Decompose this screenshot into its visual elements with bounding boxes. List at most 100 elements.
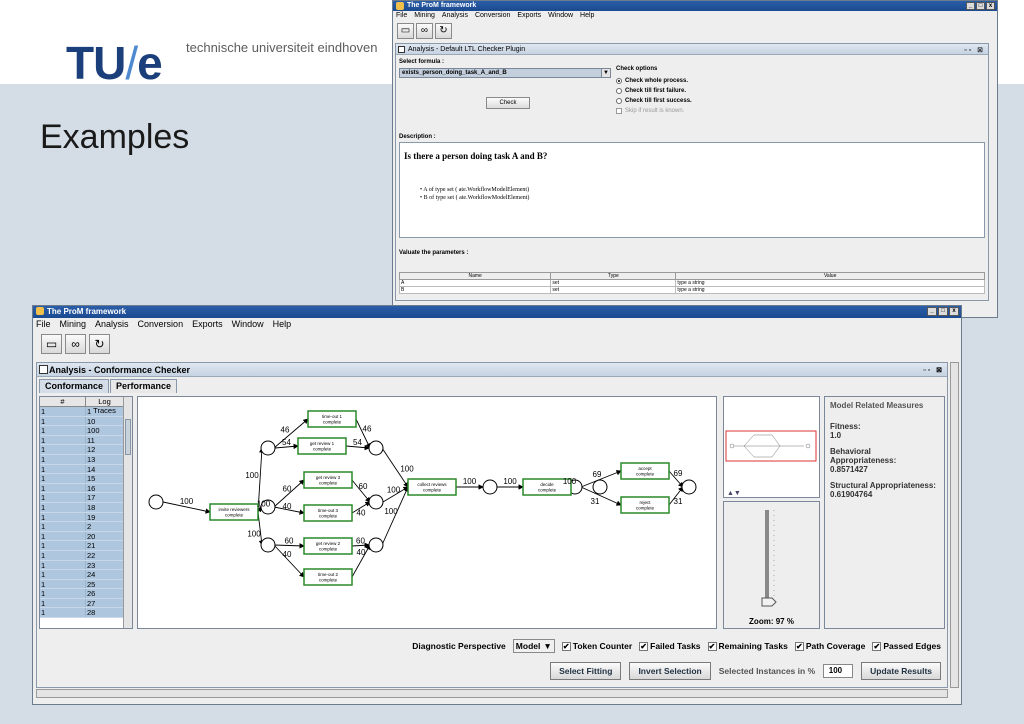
menu-help[interactable]: Help xyxy=(580,11,594,21)
table-row[interactable]: 1 17 xyxy=(40,493,132,503)
refresh-icon[interactable]: ↻ xyxy=(89,334,110,354)
maximize-button[interactable]: □ xyxy=(938,307,948,316)
table-row[interactable]: 1 25 xyxy=(40,579,132,590)
model-overview[interactable]: ▲▼ xyxy=(723,396,820,498)
option-first-success[interactable]: Check till first success. xyxy=(616,96,692,106)
menu-mining[interactable]: Mining xyxy=(60,318,87,331)
minimize-button[interactable]: _ xyxy=(927,307,937,316)
tab-bar: Conformance Performance xyxy=(39,379,178,393)
option-whole-process[interactable]: Check whole process. xyxy=(616,76,692,86)
trace-count: 1 xyxy=(40,608,86,618)
task-label: accept xyxy=(638,466,652,471)
horizontal-scrollbar[interactable] xyxy=(36,689,948,698)
scroll-thumb[interactable] xyxy=(125,419,131,455)
trace-count: 1 xyxy=(40,531,86,541)
trace-id: 20 xyxy=(86,531,124,541)
table-row[interactable]: 1 10 xyxy=(40,416,132,427)
menu-window[interactable]: Window xyxy=(548,11,573,21)
task-sublabel: complete xyxy=(319,481,338,486)
maximize-button[interactable]: □ xyxy=(976,2,985,10)
perspective-select[interactable]: Model ▼ xyxy=(512,639,555,653)
selected-instances-spinner[interactable]: 100 xyxy=(823,664,854,678)
table-row[interactable]: 1 15 xyxy=(40,474,132,484)
task-sublabel: complete xyxy=(225,513,244,518)
folder-icon[interactable]: ▭ xyxy=(397,23,414,39)
table-row[interactable]: 1 22 xyxy=(40,550,132,561)
menu-window[interactable]: Window xyxy=(232,318,264,331)
select-fitting-button[interactable]: Select Fitting xyxy=(550,662,622,680)
token-counter-checkbox[interactable]: ✔ Token Counter xyxy=(561,641,632,652)
folder-icon[interactable]: ▭ xyxy=(41,334,62,354)
tab-conformance[interactable]: Conformance xyxy=(39,379,110,393)
radio[interactable] xyxy=(616,98,622,104)
table-row[interactable]: 1 16 xyxy=(40,483,132,494)
valuate-label: Valuate the parameters : xyxy=(399,250,469,256)
table-row[interactable]: 1 19 xyxy=(40,512,132,523)
remaining-tasks-checkbox[interactable]: ✔ Remaining Tasks xyxy=(707,641,788,652)
table-row[interactable]: 1 12 xyxy=(40,445,132,455)
table-row[interactable]: Bset type a string xyxy=(398,286,985,294)
binoculars-icon[interactable]: ∞ xyxy=(416,23,433,39)
path-coverage-checkbox[interactable]: ✔ Path Coverage xyxy=(794,641,865,652)
task-label: time-out 2 xyxy=(318,572,339,577)
table-row[interactable]: 1 21 xyxy=(40,541,132,551)
table-row[interactable]: 1 18 xyxy=(40,502,132,513)
table-row[interactable]: 1 24 xyxy=(40,570,132,580)
table-row[interactable]: 1 100 xyxy=(40,426,132,436)
radio[interactable] xyxy=(616,88,622,94)
menu-analysis[interactable]: Analysis xyxy=(442,11,468,21)
col-log-traces[interactable]: Log Traces xyxy=(86,397,124,415)
table-row[interactable]: 1 11 xyxy=(40,435,132,446)
binoculars-icon[interactable]: ∞ xyxy=(65,334,86,354)
check-button[interactable]: Check xyxy=(486,97,530,109)
table-row[interactable]: 1 14 xyxy=(40,464,132,475)
menu-conversion[interactable]: Conversion xyxy=(475,11,510,21)
minimize-button[interactable]: _ xyxy=(966,2,975,10)
menu-conversion[interactable]: Conversion xyxy=(138,318,184,331)
menu-file[interactable]: File xyxy=(36,318,51,331)
trace-count: 1 xyxy=(40,407,86,416)
arc-label: 100 xyxy=(245,471,259,480)
menu-help[interactable]: Help xyxy=(273,318,292,331)
table-row[interactable]: 1 23 xyxy=(40,560,132,571)
vertical-scrollbar[interactable] xyxy=(950,362,959,688)
table-row[interactable]: 1 27 xyxy=(40,598,132,609)
menu-exports[interactable]: Exports xyxy=(517,11,541,21)
process-model-view[interactable]: invite reviewers complete time-out 1 comple… xyxy=(137,396,717,629)
trace-scrollbar[interactable] xyxy=(123,397,132,628)
refresh-icon[interactable]: ↻ xyxy=(435,23,452,39)
table-row[interactable]: 11 xyxy=(40,407,132,417)
col-count[interactable]: # xyxy=(40,397,86,406)
update-results-button[interactable]: Update Results xyxy=(861,662,941,680)
tab-performance[interactable]: Performance xyxy=(110,379,178,393)
table-row[interactable]: 1 28 xyxy=(40,608,132,619)
table-row[interactable]: Aset type a string xyxy=(398,279,985,287)
arc-label: 100 xyxy=(387,486,401,495)
table-row[interactable]: 12 xyxy=(40,522,132,532)
frame-buttons[interactable]: ▫▫ ⊠ xyxy=(964,45,985,56)
arc-label: 40 xyxy=(283,502,292,511)
overview-thumbnail: ▲▼ xyxy=(725,430,817,497)
zoom-slider[interactable] xyxy=(724,502,819,612)
close-button[interactable]: x xyxy=(949,307,959,316)
option-first-failure[interactable]: Check till first failure. xyxy=(616,86,692,96)
menu-exports[interactable]: Exports xyxy=(192,318,223,331)
passed-edges-checkbox[interactable]: ✔ Passed Edges xyxy=(872,641,941,652)
menu-file[interactable]: File xyxy=(396,11,407,21)
table-row[interactable]: 1 13 xyxy=(40,454,132,465)
failed-tasks-checkbox[interactable]: ✔ Failed Tasks xyxy=(639,641,701,652)
radio-selected[interactable] xyxy=(616,78,622,84)
menu-analysis[interactable]: Analysis xyxy=(95,318,129,331)
table-row[interactable]: 1 26 xyxy=(40,589,132,599)
task-sublabel: complete xyxy=(323,420,342,425)
frame-buttons[interactable]: ▫▫ ⊠ xyxy=(923,364,944,378)
invert-selection-button[interactable]: Invert Selection xyxy=(629,662,711,680)
trace-id: 100 xyxy=(86,426,124,435)
menu-bar: File Mining Analysis Conversion Exports … xyxy=(393,11,997,21)
place-pc xyxy=(482,479,498,495)
menu-mining[interactable]: Mining xyxy=(414,11,435,21)
place-pa xyxy=(592,479,608,495)
table-row[interactable]: 1 20 xyxy=(40,531,132,542)
close-button[interactable]: x xyxy=(986,2,995,10)
formula-dropdown[interactable]: exists_person_doing_task_A_and_B ▼ xyxy=(399,68,611,78)
